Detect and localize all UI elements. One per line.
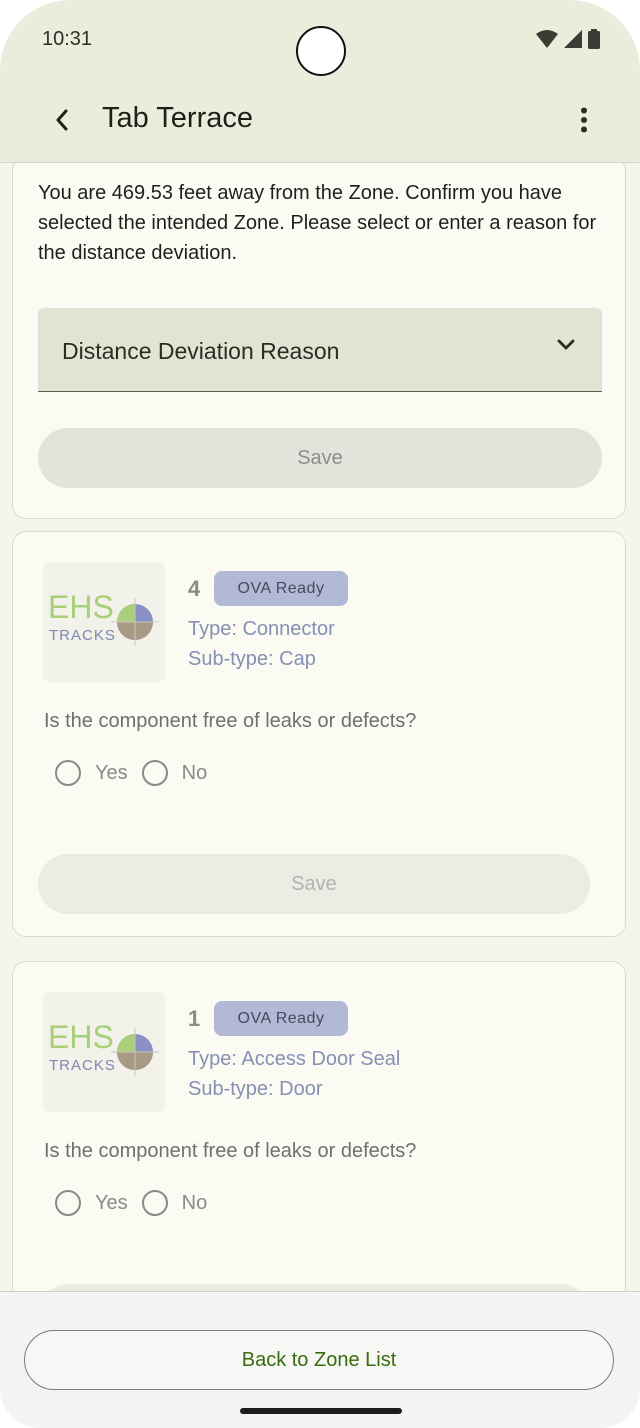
chevron-down-icon xyxy=(556,338,576,357)
more-vert-icon xyxy=(581,107,587,133)
signal-icon xyxy=(564,30,582,48)
dropdown-label: Distance Deviation Reason xyxy=(62,338,340,364)
component-number: 4 xyxy=(188,576,201,601)
page-title: Tab Terrace xyxy=(102,102,253,134)
device-screen: 10:31 Tab Terrace You are 469.53 feet aw… xyxy=(0,0,640,1428)
answer-radio-group: Yes No xyxy=(55,1190,221,1216)
chevron-left-icon xyxy=(56,109,68,131)
component-type: Type: Access Door Seal xyxy=(188,1048,401,1070)
status-icons xyxy=(536,28,600,50)
wifi-icon xyxy=(536,30,558,48)
battery-icon xyxy=(588,29,600,49)
component-subtype: Sub-type: Cap xyxy=(188,648,316,670)
no-label: No xyxy=(181,761,208,784)
status-badge: OVA Ready xyxy=(214,571,348,606)
component-subtype: Sub-type: Door xyxy=(188,1078,323,1100)
ehs-tracks-logo: EHS TRACKS xyxy=(43,562,165,682)
back-to-zone-list-button[interactable]: Back to Zone List xyxy=(24,1330,614,1390)
yes-label: Yes xyxy=(95,1191,128,1214)
yes-radio[interactable] xyxy=(55,760,81,786)
inspection-question: Is the component free of leaks or defect… xyxy=(44,1140,417,1162)
inspection-question: Is the component free of leaks or defect… xyxy=(44,710,417,732)
svg-text:EHS: EHS xyxy=(48,589,114,625)
status-time: 10:31 xyxy=(42,28,93,50)
yes-label: Yes xyxy=(95,761,128,784)
scroll-content[interactable]: You are 469.53 feet away from the Zone. … xyxy=(0,163,640,1291)
distance-deviation-reason-dropdown[interactable]: Distance Deviation Reason xyxy=(38,308,602,392)
answer-radio-group: Yes No xyxy=(55,760,221,786)
overflow-menu-button[interactable] xyxy=(572,98,596,142)
bottom-action-bar: Back to Zone List xyxy=(0,1291,640,1428)
svg-text:TRACKS: TRACKS xyxy=(49,1057,116,1074)
component-card: EHS TRACKS 1 OVA Ready Type: Access Door… xyxy=(12,961,626,1291)
component-type: Type: Connector xyxy=(188,618,335,640)
camera-cutout xyxy=(296,26,346,76)
no-radio[interactable] xyxy=(141,760,168,786)
no-label: No xyxy=(181,1191,208,1214)
top-app-bar: 10:31 Tab Terrace xyxy=(0,0,640,163)
status-badge: OVA Ready xyxy=(214,1001,348,1036)
component-number: 1 xyxy=(188,1006,201,1031)
distance-message: You are 469.53 feet away from the Zone. … xyxy=(38,182,597,264)
component-save-button[interactable]: Save xyxy=(38,854,590,914)
svg-text:EHS: EHS xyxy=(48,1019,114,1055)
svg-text:TRACKS: TRACKS xyxy=(49,627,116,644)
home-indicator[interactable] xyxy=(240,1408,402,1414)
component-card: EHS TRACKS 4 OVA Ready Type: Connector S… xyxy=(12,531,626,937)
yes-radio[interactable] xyxy=(55,1190,81,1216)
back-button[interactable] xyxy=(42,96,82,144)
component-save-button[interactable] xyxy=(38,1284,590,1291)
ehs-tracks-logo: EHS TRACKS xyxy=(43,992,165,1112)
distance-save-button[interactable]: Save xyxy=(38,428,602,488)
distance-deviation-card: You are 469.53 feet away from the Zone. … xyxy=(12,163,626,519)
no-radio[interactable] xyxy=(141,1190,168,1216)
